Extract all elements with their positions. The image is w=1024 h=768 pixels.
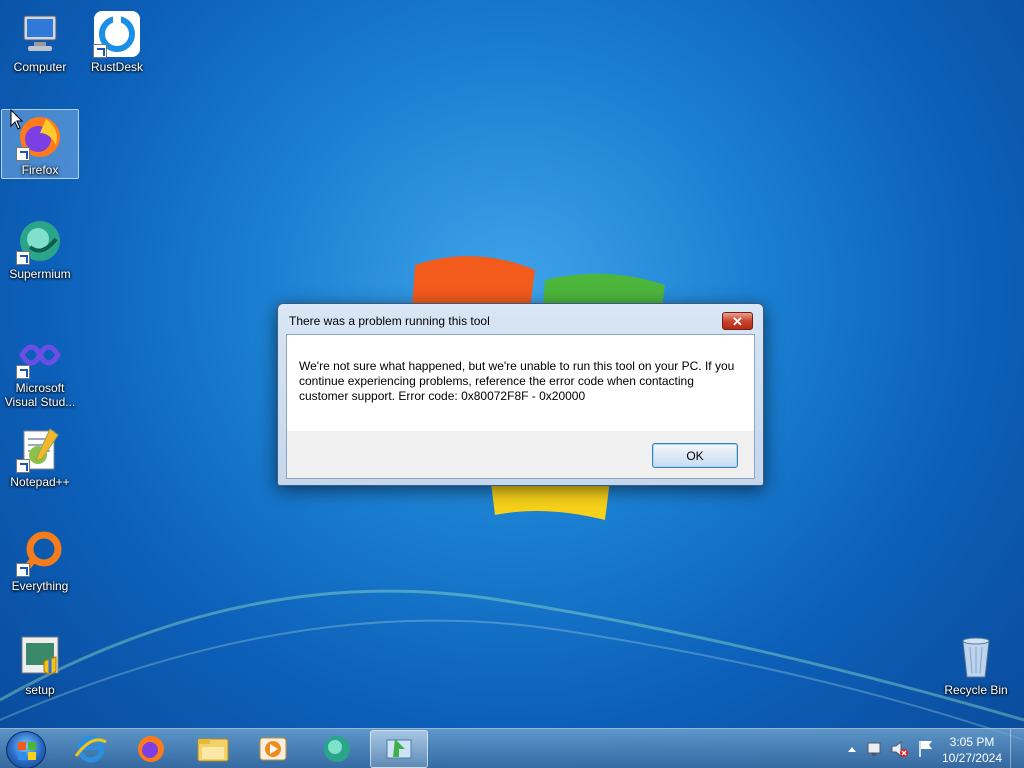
shortcut-arrow-icon [93,44,107,58]
clock-date: 10/27/2024 [941,751,1003,765]
desktop-icon-label: RustDesk [90,60,143,74]
desktop-icon-setup[interactable]: setup [1,629,79,699]
everything-search-icon [16,529,64,577]
show-desktop-button[interactable] [1010,729,1024,768]
taskbar-media-creation-tool[interactable] [370,730,428,768]
desktop-icon-label: Supermium [9,267,71,281]
error-dialog: There was a problem running this tool ✕ … [277,303,764,486]
desktop-icon-visual-studio[interactable]: Microsoft Visual Stud... [1,327,79,409]
desktop-icon-rustdesk[interactable]: RustDesk [78,6,156,76]
shortcut-arrow-icon [16,365,30,379]
media-creation-tool-icon [386,739,412,759]
show-hidden-icons-chevron-icon[interactable] [848,747,856,752]
network-icon[interactable] [867,742,881,756]
shortcut-arrow-icon [16,147,30,161]
wallpaper-streak [0,589,1024,740]
desktop-icon-computer[interactable]: Computer [1,6,79,76]
supermium-icon [324,736,350,762]
visual-studio-icon [16,331,64,379]
taskbar-file-explorer[interactable] [184,730,242,768]
volume-muted-icon[interactable] [891,740,908,758]
desktop-icon-label: setup [25,683,55,697]
taskbar-firefox[interactable] [122,730,180,768]
desktop-icon-label: Firefox [21,163,59,177]
desktop-icon-label: Microsoft Visual Stud... [4,381,76,409]
internet-explorer-icon [74,735,107,763]
ok-button[interactable]: OK [652,443,738,468]
rustdesk-icon [93,10,141,58]
setup-installer-icon [16,633,64,681]
taskbar: 3:05 PM 10/27/2024 [0,728,1024,768]
desktop-icon-notepadpp[interactable]: Notepad++ [1,421,79,491]
taskbar-media-player[interactable] [244,730,302,768]
shortcut-arrow-icon [16,459,30,473]
shortcut-arrow-icon [16,251,30,265]
close-button[interactable]: ✕ [722,312,753,330]
taskbar-internet-explorer[interactable] [62,730,120,768]
desktop-icon-everything[interactable]: Everything [1,525,79,595]
desktop-icon-label: Everything [11,579,69,593]
media-player-icon [259,737,287,761]
computer-icon [16,10,64,58]
taskbar-clock[interactable]: 3:05 PM 10/27/2024 [940,734,1004,766]
desktop-icon-label: Recycle Bin [944,683,1008,697]
system-tray [840,729,940,768]
firefox-icon [138,736,164,762]
supermium-icon [16,217,64,265]
dialog-titlebar[interactable]: There was a problem running this tool ✕ [278,304,763,336]
recycle-bin-icon [952,633,1000,681]
desktop-icon-label: Notepad++ [10,475,70,489]
dialog-content: We're not sure what happened, but we're … [286,334,755,479]
mouse-cursor-icon [10,109,24,130]
start-button[interactable] [6,731,46,768]
notepadpp-icon [16,425,64,473]
file-explorer-icon [197,738,229,762]
dialog-title: There was a problem running this tool [289,314,490,328]
error-message: We're not sure what happened, but we're … [287,335,754,431]
shortcut-arrow-icon [16,563,30,577]
desktop-icon-recycle-bin[interactable]: Recycle Bin [937,629,1015,699]
desktop-icon-supermium[interactable]: Supermium [1,213,79,283]
action-center-flag-icon[interactable] [919,741,932,757]
taskbar-supermium[interactable] [308,730,366,768]
clock-time: 3:05 PM [949,735,995,749]
windows-logo-icon [18,742,36,760]
desktop-icon-label: Computer [13,60,67,74]
